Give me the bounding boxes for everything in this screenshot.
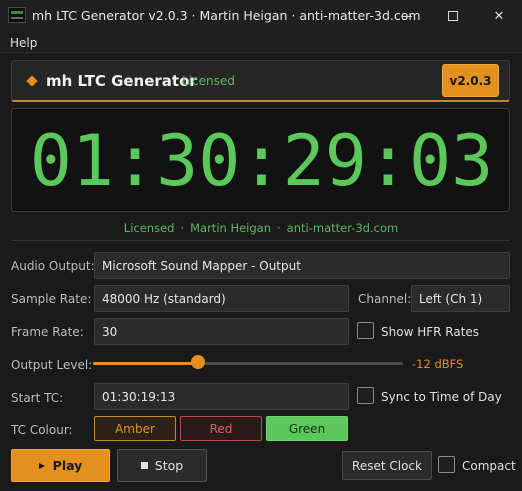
start-tc-input[interactable]: 01:30:19:13	[94, 383, 349, 410]
sample-rate-label: Sample Rate:	[11, 292, 92, 306]
minimize-button[interactable]	[384, 0, 430, 32]
app-header: mh LTC Generator Licensed v2.0.3	[11, 60, 510, 102]
menu-bar: Help	[0, 32, 522, 53]
start-tc-label: Start TC:	[11, 391, 64, 405]
maximize-icon	[448, 11, 458, 21]
diamond-icon	[26, 75, 38, 87]
minimize-icon	[402, 15, 412, 17]
separator: ·	[180, 221, 185, 235]
tc-colour-label: TC Colour:	[11, 423, 73, 437]
maximize-button[interactable]	[430, 0, 476, 32]
show-hfr-checkbox[interactable]	[357, 322, 374, 339]
show-hfr-label[interactable]: Show HFR Rates	[381, 325, 479, 339]
compact-label[interactable]: Compact	[462, 459, 516, 473]
app-icon	[8, 7, 26, 23]
output-level-slider[interactable]	[93, 362, 403, 365]
channel-label: Channel:	[358, 292, 412, 306]
stop-button[interactable]: Stop	[117, 449, 207, 482]
compact-checkbox[interactable]	[438, 456, 455, 473]
frame-rate-label: Frame Rate:	[11, 325, 84, 339]
frame-rate-select[interactable]: 30	[94, 318, 349, 345]
colour-green-button[interactable]: Green	[266, 416, 348, 441]
audio-output-select[interactable]: Microsoft Sound Mapper - Output	[94, 252, 510, 279]
sample-rate-select[interactable]: 48000 Hz (standard)	[94, 285, 349, 312]
stop-label: Stop	[154, 458, 184, 473]
stop-icon	[140, 462, 148, 469]
play-button[interactable]: Play	[11, 449, 110, 482]
site-link[interactable]: anti-matter-3d.com	[287, 221, 399, 235]
app-title: mh LTC Generator	[46, 72, 197, 90]
title-bar: mh LTC Generator v2.0.3 · Martin Heigan …	[0, 0, 522, 32]
license-text: Licensed	[123, 221, 175, 235]
colour-amber-button[interactable]: Amber	[94, 416, 176, 441]
divider	[11, 240, 510, 241]
close-icon: ✕	[493, 8, 505, 24]
license-status: Licensed	[182, 74, 235, 88]
window-title: mh LTC Generator v2.0.3 · Martin Heigan …	[32, 8, 421, 23]
output-level-value: -12 dBFS	[412, 357, 464, 371]
timecode-panel: 01:30:29:03	[11, 108, 510, 212]
play-icon	[38, 462, 45, 469]
output-level-label: Output Level:	[11, 358, 93, 372]
menu-help[interactable]: Help	[10, 36, 37, 50]
sync-tod-label[interactable]: Sync to Time of Day	[381, 390, 502, 404]
version-badge[interactable]: v2.0.3	[442, 64, 499, 97]
license-line: Licensed · Martin Heigan · anti-matter-3d.co…	[0, 221, 522, 235]
close-button[interactable]: ✕	[476, 0, 522, 32]
sync-tod-checkbox[interactable]	[357, 387, 374, 404]
audio-output-label: Audio Output:	[11, 259, 95, 273]
author-text: Martin Heigan	[190, 221, 272, 235]
channel-select[interactable]: Left (Ch 1)	[411, 285, 510, 312]
reset-clock-button[interactable]: Reset Clock	[342, 451, 432, 480]
separator: ·	[277, 221, 281, 235]
slider-handle[interactable]	[191, 355, 205, 369]
slider-fill	[93, 362, 198, 365]
timecode-display: 01:30:29:03	[29, 120, 494, 202]
colour-red-button[interactable]: Red	[180, 416, 262, 441]
play-label: Play	[52, 458, 83, 473]
